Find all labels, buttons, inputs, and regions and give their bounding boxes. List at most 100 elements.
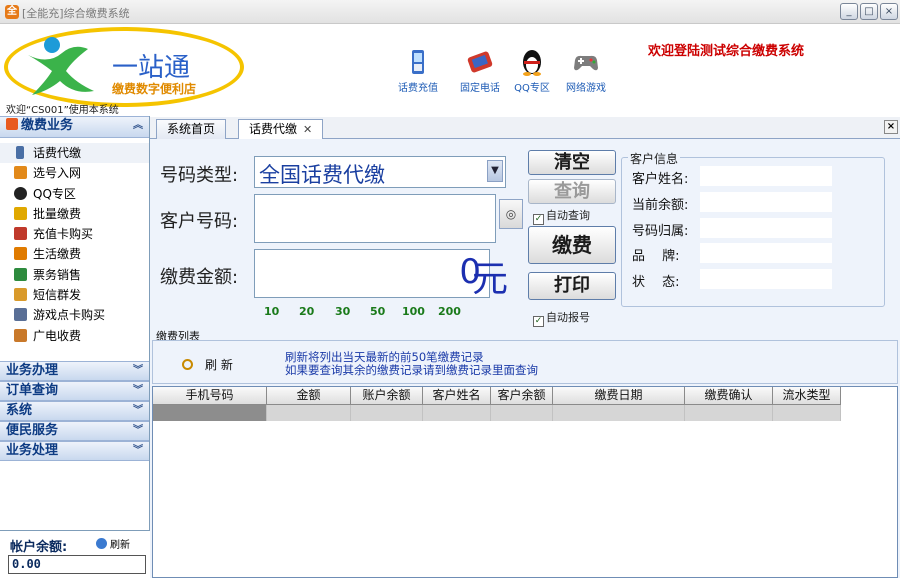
number-lookup-button[interactable]: ◎	[499, 199, 523, 229]
game-card-icon	[14, 308, 27, 322]
minimize-button[interactable]: _	[840, 3, 858, 20]
sidebar-menu: 话费代缴 选号入网 QQ专区 批量缴费 充值卡购买 生活缴费 票务销售 短信群发…	[0, 138, 149, 364]
column-header[interactable]: 缴费确认	[685, 387, 773, 405]
sidebar-item-phone-bill[interactable]: 话费代缴	[0, 143, 149, 164]
current-balance-value	[700, 192, 832, 212]
number-type-label: 号码类型:	[160, 165, 239, 186]
column-header[interactable]: 手机号码	[153, 387, 267, 405]
toolbar-online-game[interactable]: 网络游戏	[558, 48, 614, 94]
sidebar-item-game-card[interactable]: 游戏点卡购买	[0, 305, 149, 325]
amount-input[interactable]: 0	[254, 249, 490, 298]
batch-icon	[14, 206, 27, 220]
list-refresh-button[interactable]: 刷 新	[182, 356, 233, 373]
tab-phone-bill[interactable]: 话费代缴 ✕	[238, 119, 324, 140]
toolbar-phone-recharge[interactable]: 话费充值	[390, 48, 446, 94]
landline-icon	[467, 51, 493, 73]
account-balance-panel: 帐户余额: 刷新 0.00	[0, 530, 150, 578]
pay-button[interactable]: 缴费	[528, 226, 616, 264]
close-button[interactable]: ×	[880, 3, 898, 20]
sidebar-item-life-pay[interactable]: 生活缴费	[0, 244, 149, 264]
sidebar-item-select-number[interactable]: 选号入网	[0, 163, 149, 183]
status-value	[700, 269, 832, 289]
account-refresh-button[interactable]: 刷新	[96, 536, 130, 551]
table-header: 手机号码 金额 账户余额 客户姓名 客户余额 缴费日期 缴费确认 流水类型	[153, 387, 841, 405]
quick-amount-50[interactable]: 50	[370, 305, 385, 318]
checkbox-icon: ✓	[533, 214, 544, 225]
column-header[interactable]: 流水类型	[773, 387, 841, 405]
column-header[interactable]: 缴费日期	[553, 387, 685, 405]
window-title: [全能充]综合缴费系统	[22, 7, 130, 20]
sms-icon	[14, 288, 27, 302]
auto-report-checkbox[interactable]: ✓ 自动报号	[533, 309, 590, 327]
app-header: 一站通 缴费数字便利店 欢迎“CS001”使用本系统 话费充值 固定电话 QQ专…	[0, 24, 900, 116]
customer-number-input[interactable]	[254, 194, 496, 243]
customer-name-value	[700, 166, 832, 186]
payment-list-table[interactable]: 手机号码 金额 账户余额 客户姓名 客户余额 缴费日期 缴费确认 流水类型	[152, 386, 898, 578]
auto-query-checkbox[interactable]: ✓ 自动查询	[533, 207, 590, 225]
quick-amount-10[interactable]: 10	[264, 305, 279, 318]
quick-amount-200[interactable]: 200	[438, 305, 461, 318]
sidebar-item-qq[interactable]: QQ专区	[0, 184, 149, 204]
chevron-down-icon: ︾	[133, 425, 143, 436]
refresh-icon	[96, 538, 107, 549]
chevron-down-icon: ︾	[133, 385, 143, 396]
close-tab-button[interactable]: ×	[884, 120, 898, 134]
customer-info-legend: 客户信息	[628, 150, 681, 167]
history-icon: ◎	[505, 207, 517, 221]
tab-home[interactable]: 系统首页	[156, 119, 227, 139]
sidebar-item-sms[interactable]: 短信群发	[0, 285, 149, 305]
sidebar-item-batch-pay[interactable]: 批量缴费	[0, 204, 149, 224]
status-label: 状 态:	[632, 275, 680, 290]
sidebar-section-business[interactable]: 业务办理 ︾	[0, 361, 149, 381]
logo-subtitle: 缴费数字便利店	[112, 82, 197, 96]
qq-icon	[14, 186, 27, 200]
sidebar-section-services[interactable]: 便民服务 ︾	[0, 421, 149, 441]
column-header[interactable]: 客户姓名	[423, 387, 491, 405]
amount-label: 缴费金额:	[160, 267, 239, 288]
number-region-value	[700, 218, 832, 238]
sidebar: 缴费业务 ︽ 话费代缴 选号入网 QQ专区 批量缴费 充值卡购买 生活缴费 票务…	[0, 116, 150, 578]
sidebar-section-system[interactable]: 系统 ︾	[0, 401, 149, 421]
maximize-button[interactable]: □	[860, 3, 878, 20]
checkbox-icon: ✓	[533, 316, 544, 327]
sidebar-item-tickets[interactable]: 票务销售	[0, 265, 149, 285]
search-icon	[182, 359, 193, 370]
chevron-down-icon: ︾	[133, 405, 143, 416]
brand-logo: 一站通 缴费数字便利店	[4, 27, 244, 109]
currency-label: 元	[472, 259, 509, 300]
card-icon	[14, 227, 27, 241]
customer-number-label: 客户号码:	[160, 211, 239, 232]
sidebar-section-orders[interactable]: 订单查询 ︾	[0, 381, 149, 401]
column-header[interactable]: 账户余额	[351, 387, 423, 405]
chevron-down-icon: ︾	[133, 445, 143, 456]
sidebar-item-tv[interactable]: 广电收费	[0, 326, 149, 346]
current-balance-label: 当前余额:	[632, 198, 689, 213]
chevron-down-icon[interactable]: ▼	[487, 160, 503, 182]
sidebar-section-processing[interactable]: 业务处理 ︾	[0, 441, 149, 461]
mobile-icon	[16, 146, 24, 159]
query-button[interactable]: 查询	[528, 179, 616, 204]
column-header[interactable]: 客户余额	[491, 387, 553, 405]
print-button[interactable]: 打印	[528, 272, 616, 300]
sidebar-section-payment[interactable]: 缴费业务 ︽	[0, 116, 149, 138]
quick-amount-20[interactable]: 20	[299, 305, 314, 318]
tab-bar: 系统首页 话费代缴 ✕	[150, 117, 900, 140]
toolbar-qq[interactable]: QQ专区	[504, 48, 560, 94]
payment-section-icon	[6, 118, 18, 130]
chevron-down-icon: ︾	[133, 365, 143, 376]
chevron-up-icon: ︽	[133, 120, 143, 131]
brand-label: 品 牌:	[632, 249, 680, 264]
title-bar: 全 [全能充]综合缴费系统 _ □ ×	[0, 0, 900, 24]
sidebar-item-recharge-card[interactable]: 充值卡购买	[0, 224, 149, 244]
table-row[interactable]	[153, 405, 841, 421]
quick-amount-30[interactable]: 30	[335, 305, 350, 318]
toolbar-landline[interactable]: 固定电话	[452, 48, 508, 94]
column-header[interactable]: 金额	[267, 387, 351, 405]
quick-amount-100[interactable]: 100	[402, 305, 425, 318]
clear-button[interactable]: 清空	[528, 150, 616, 175]
logo-brand-text: 一站通	[112, 53, 191, 83]
number-type-select[interactable]: 全国话费代缴 ▼	[254, 156, 506, 188]
life-icon	[14, 247, 27, 261]
tab-close-icon[interactable]: ✕	[303, 123, 312, 136]
account-balance-value: 0.00	[8, 555, 146, 574]
